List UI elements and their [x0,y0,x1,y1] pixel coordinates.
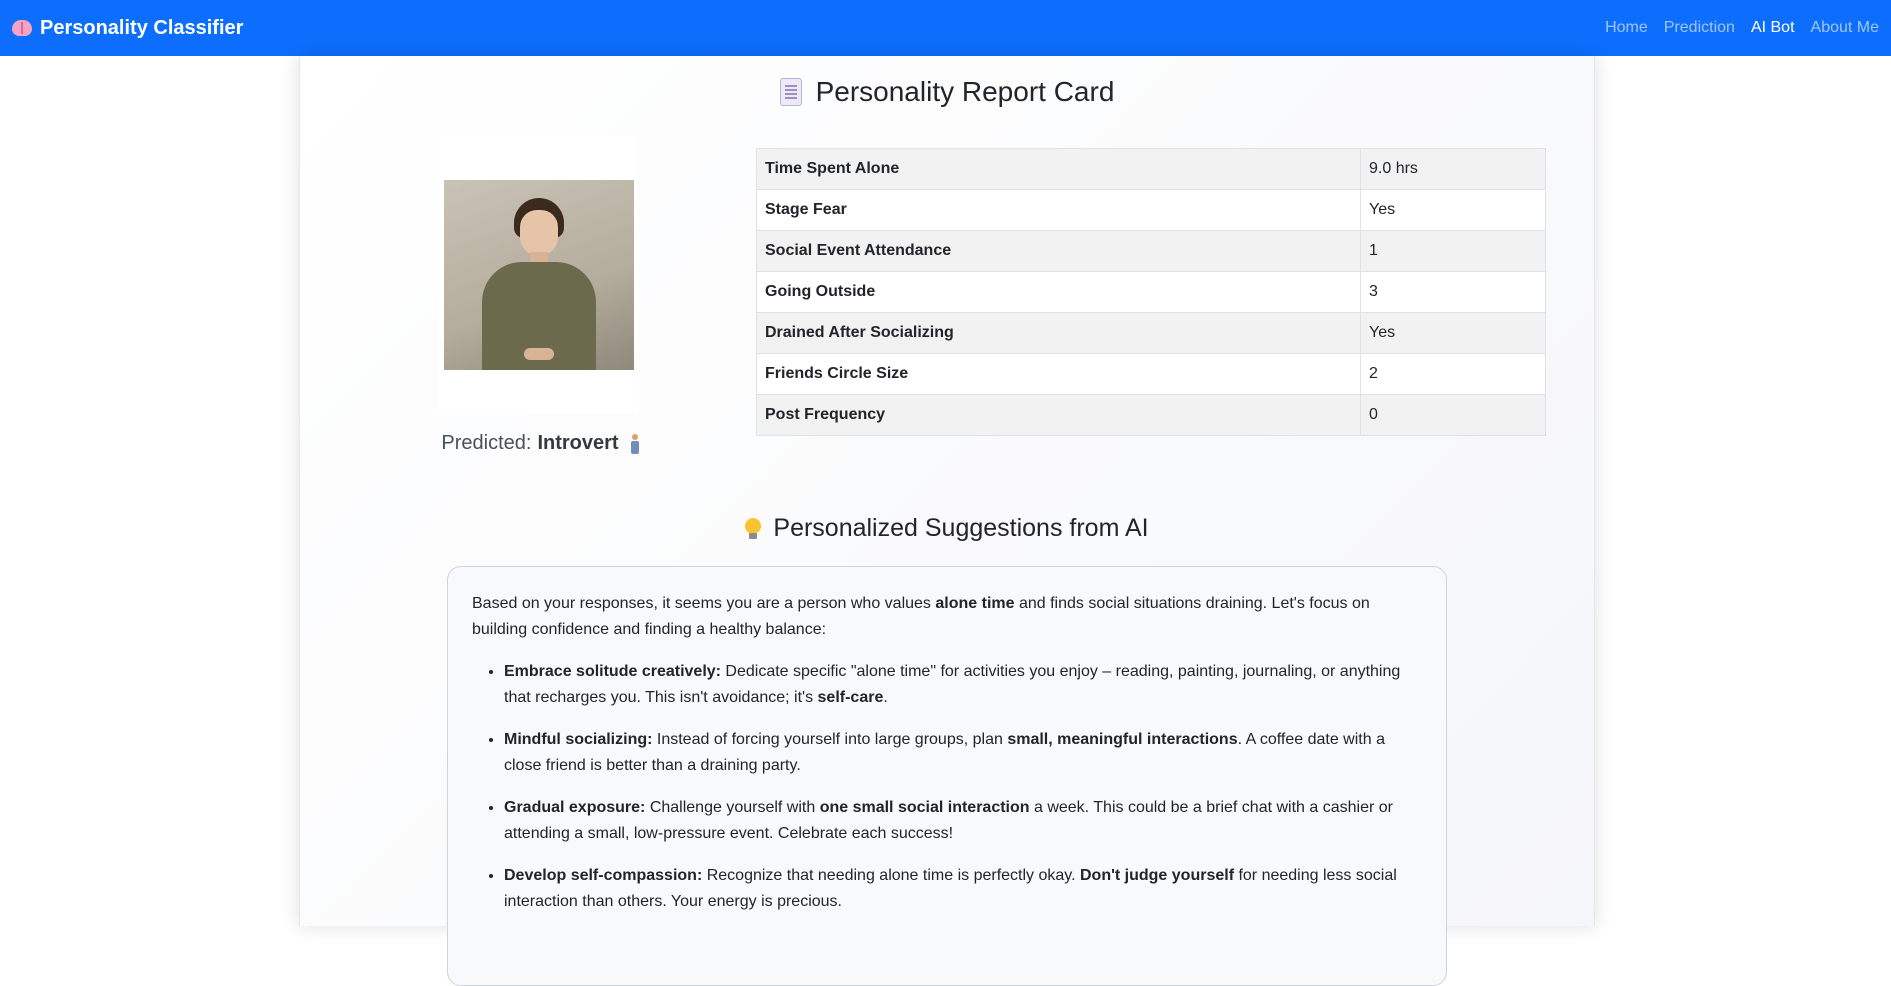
item-text: Challenge yourself with [645,799,820,816]
item-bold: one small social interaction [819,799,1030,816]
row-value: Yes [1360,189,1546,231]
list-item: Gradual exposure: Challenge yourself wit… [504,795,1422,847]
row-value: 3 [1360,271,1546,313]
table-row: Post Frequency 0 [756,394,1546,436]
suggestions-list: Embrace solitude creatively: Dedicate sp… [472,659,1422,915]
row-value: 9.0 hrs [1360,148,1546,190]
row-label: Time Spent Alone [756,148,1361,190]
item-heading: Gradual exposure: [504,799,646,816]
row-label: Drained After Socializing [756,312,1361,354]
predicted-value: Introvert [537,432,619,454]
suggestions-intro: Based on your responses, it seems you ar… [472,591,1422,643]
intro-bold: alone time [935,595,1015,612]
item-bold: Don't judge yourself [1079,867,1235,884]
avatar-frame [439,136,639,414]
table-row: Social Event Attendance 1 [756,230,1546,272]
table-row: Going Outside 3 [756,271,1546,313]
table-row: Stage Fear Yes [756,189,1546,231]
suggestions-box: Based on your responses, it seems you ar… [447,566,1447,986]
suggestions-title: Personalized Suggestions from AI [773,514,1149,542]
brand-title: Personality Classifier [40,16,244,39]
row-label: Going Outside [756,271,1361,313]
intro-text: Based on your responses, it seems you ar… [472,595,936,612]
report-title: Personality Report Card [815,76,1115,107]
suggestions-heading: Personalized Suggestions from AI [300,514,1594,543]
nav-link-prediction[interactable]: Prediction [1664,19,1735,37]
item-text: Instead of forcing yourself into large g… [652,731,1008,748]
brain-icon [12,20,32,36]
report-card-container: Personality Report Card Predicted: Intro… [299,56,1595,986]
brand-link[interactable]: Personality Classifier [12,17,243,40]
item-text: Recognize that needing alone time is per… [702,867,1080,884]
nav-link-about-me[interactable]: About Me [1811,19,1879,37]
list-item: Mindful socializing: Instead of forcing … [504,727,1422,779]
row-value: 2 [1360,353,1546,395]
report-title-heading: Personality Report Card [300,76,1594,108]
nav-links: Home Prediction AI Bot About Me [1605,19,1879,37]
row-label: Social Event Attendance [756,230,1361,272]
predicted-label: Predicted: [441,432,532,454]
table-row: Friends Circle Size 2 [756,353,1546,395]
scroll-icon [779,78,802,106]
nav-link-ai-bot[interactable]: AI Bot [1751,19,1795,37]
prediction-result: Predicted: Introvert [400,432,680,455]
nav-link-home[interactable]: Home [1605,19,1648,37]
avatar [444,180,634,370]
row-label: Stage Fear [756,189,1361,231]
item-bold: small, meaningful interactions [1007,731,1238,748]
list-item: Develop self-compassion: Recognize that … [504,863,1422,915]
item-heading: Mindful socializing: [504,731,653,748]
report-table: Time Spent Alone 9.0 hrs Stage Fear Yes … [756,148,1546,436]
item-heading: Develop self-compassion: [504,867,703,884]
item-heading: Embrace solitude creatively: [504,663,721,680]
table-row: Time Spent Alone 9.0 hrs [756,148,1546,190]
row-value: 1 [1360,230,1546,272]
navbar: Personality Classifier Home Prediction A… [0,0,1891,56]
item-text: . [883,689,888,706]
row-value: Yes [1360,312,1546,354]
list-item: Embrace solitude creatively: Dedicate sp… [504,659,1422,711]
row-value: 0 [1360,394,1546,436]
row-label: Friends Circle Size [756,353,1361,395]
lightbulb-icon [745,517,762,540]
item-bold: self-care [817,689,884,706]
standing-person-icon [630,433,639,454]
table-row: Drained After Socializing Yes [756,312,1546,354]
row-label: Post Frequency [756,394,1361,436]
